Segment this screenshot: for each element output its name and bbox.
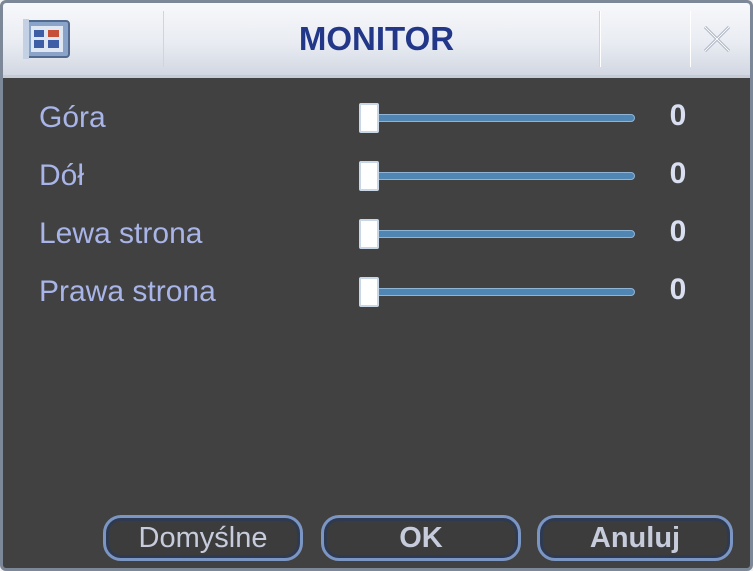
setting-value: 0: [669, 273, 687, 306]
slider-track: [369, 230, 635, 238]
monitor-dialog: MONITOR Góra 0 Dół 0 Lewa strona 0 Prawa…: [0, 0, 753, 571]
setting-row-dol: Dół 0: [3, 157, 750, 201]
close-icon[interactable]: [699, 21, 735, 57]
default-button[interactable]: Domyślne: [103, 515, 303, 561]
setting-label: Lewa strona: [39, 217, 203, 250]
setting-value: 0: [669, 215, 687, 248]
slider-track: [369, 172, 635, 180]
slider-thumb[interactable]: [359, 277, 379, 307]
setting-label: Góra: [39, 101, 106, 134]
slider-dol[interactable]: [359, 161, 637, 193]
setting-row-gora: Góra 0: [3, 99, 750, 143]
slider-track: [369, 288, 635, 296]
slider-thumb[interactable]: [359, 161, 379, 191]
setting-value: 0: [669, 157, 687, 190]
slider-track: [369, 114, 635, 122]
slider-gora[interactable]: [359, 103, 637, 135]
setting-label: Dół: [39, 159, 85, 192]
slider-prawa-strona[interactable]: [359, 277, 637, 309]
window-title: MONITOR: [298, 20, 455, 57]
setting-label: Prawa strona: [39, 275, 216, 308]
title-bar: MONITOR: [3, 3, 750, 78]
ok-button[interactable]: OK: [321, 515, 521, 561]
setting-row-prawa-strona: Prawa strona 0: [3, 273, 750, 317]
page: MONITOR Góra 0 Dół 0 Lewa strona 0 Prawa…: [0, 0, 753, 571]
cancel-button[interactable]: Anuluj: [537, 515, 733, 561]
setting-value: 0: [669, 99, 687, 132]
slider-thumb[interactable]: [359, 219, 379, 249]
slider-thumb[interactable]: [359, 103, 379, 133]
setting-row-lewa-strona: Lewa strona 0: [3, 215, 750, 259]
slider-lewa-strona[interactable]: [359, 219, 637, 251]
